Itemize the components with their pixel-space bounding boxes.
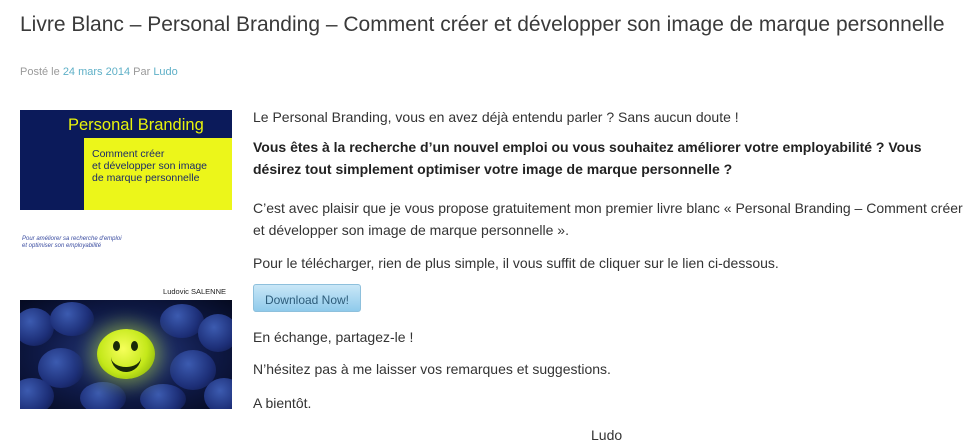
paragraph-download-instructions: Pour le télécharger, rien de plus simple… <box>253 255 779 271</box>
smiley-eye <box>113 341 120 351</box>
signature: Ludo <box>591 427 623 443</box>
cover-author: Ludovic SALENNE <box>163 287 226 296</box>
smiley-icon <box>140 384 186 409</box>
cover-title: Personal Branding <box>68 116 204 134</box>
post-title[interactable]: Livre Blanc – Personal Branding – Commen… <box>20 13 960 37</box>
smiley-icon <box>80 382 126 409</box>
cover-subtitle-line: de marque personnelle <box>92 172 200 184</box>
download-now-button[interactable]: Download Now! <box>253 284 361 312</box>
cover-tagline: Pour améliorer sa recherche d'emploi et … <box>22 236 172 250</box>
paragraph-question: Vous êtes à la recherche d’un nouvel emp… <box>253 139 922 177</box>
cover-subtitle-line: Comment créer <box>92 148 165 160</box>
smiley-mouth <box>111 351 141 372</box>
meta-by: Par <box>130 66 154 78</box>
cover-subtitle: Comment créer et développer son image de… <box>92 148 230 184</box>
smiley-photo <box>20 300 232 409</box>
smiley-icon <box>20 308 54 346</box>
paragraph-share: En échange, partagez-le ! <box>253 329 414 345</box>
post-meta: Posté le 24 mars 2014 Par Ludo <box>20 66 178 78</box>
paragraph-closing: A bientôt. <box>253 395 312 411</box>
cover-subtitle-line: et développer son image <box>92 160 207 172</box>
smiley-icon <box>50 302 94 336</box>
smiley-icon <box>198 314 232 352</box>
smiley-eye <box>131 341 138 351</box>
yellow-smiley-icon <box>97 329 155 379</box>
cover-tagline-line: Pour améliorer sa recherche d'emploi <box>22 236 122 242</box>
post-date-link[interactable]: 24 mars 2014 <box>63 66 130 78</box>
cover-tagline-line: et optimiser son employabilité <box>22 243 102 249</box>
paragraph-intro: Le Personal Branding, vous en avez déjà … <box>253 109 739 125</box>
post-author-link[interactable]: Ludo <box>153 66 177 78</box>
paragraph-offer: C’est avec plaisir que je vous propose g… <box>253 200 963 238</box>
meta-prefix: Posté le <box>20 66 63 78</box>
paragraph-feedback: N’hésitez pas à me laisser vos remarques… <box>253 361 611 377</box>
book-cover-image[interactable]: Personal Branding Comment créer et dével… <box>20 110 232 409</box>
